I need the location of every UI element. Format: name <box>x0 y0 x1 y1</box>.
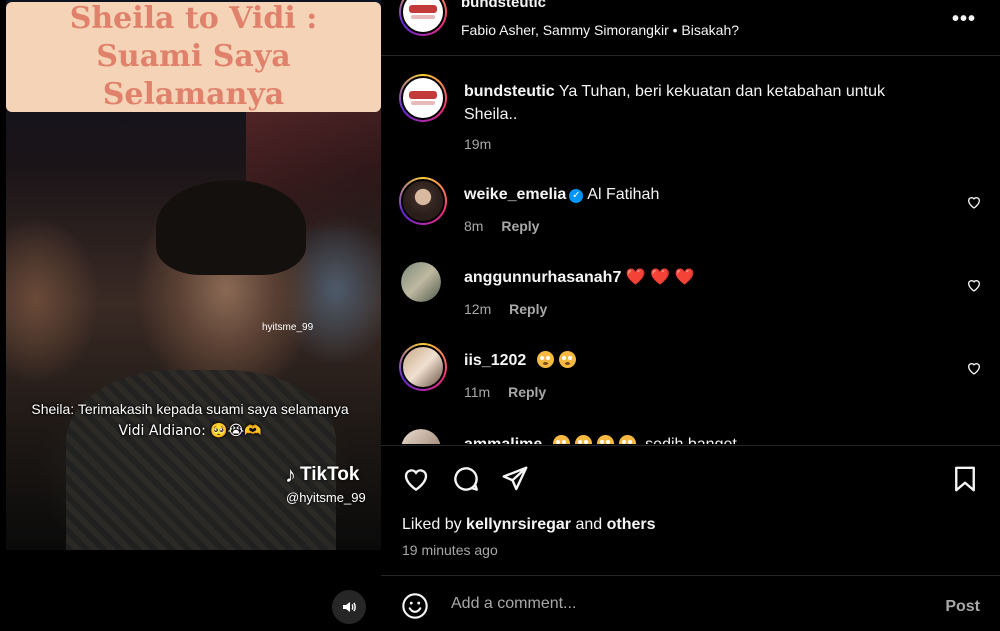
bookmark-icon[interactable] <box>950 464 980 494</box>
avatar-photo <box>401 429 441 444</box>
comment-text: anggunnurhasanah7 ❤️ ❤️ ❤️ <box>464 266 934 289</box>
video-caption: Sheila: Terimakasih kepada suami saya se… <box>20 398 360 442</box>
mute-button[interactable] <box>332 590 366 624</box>
comment-username[interactable]: iis_1202 <box>464 352 526 369</box>
heart-icon[interactable] <box>966 360 982 376</box>
verified-badge-icon: ✓ <box>569 189 584 203</box>
comment-item: iis_1202 11m Reply <box>381 343 1000 403</box>
tiktok-handle: @hyitsme_99 <box>286 490 366 505</box>
comment-username[interactable]: anggunnurhasanah7 <box>464 269 621 286</box>
comment-avatar[interactable] <box>399 74 447 122</box>
author-username[interactable]: bundsteutic <box>461 0 546 11</box>
comment-meta: 8m Reply <box>464 218 539 234</box>
comment-box: Post <box>381 575 1000 631</box>
heart-icon[interactable] <box>966 194 982 210</box>
avatar-photo <box>401 179 445 223</box>
comment-text: weike_emelia ✓ Al Fatihah <box>464 183 934 206</box>
liked-prefix: Liked by <box>402 516 462 533</box>
audio-info[interactable]: Fabio Asher, Sammy Simorangkir • Bisakah… <box>461 22 739 38</box>
comment-meta: 19m <box>464 136 491 152</box>
author-avatar[interactable] <box>399 0 447 36</box>
like-heart-icon[interactable] <box>401 464 431 494</box>
comment-avatar[interactable] <box>399 177 447 225</box>
comment-username[interactable]: bundsteutic <box>464 83 555 100</box>
comment-username[interactable]: ammalime <box>464 436 542 444</box>
avatar-photo <box>401 345 445 389</box>
comment-time: 8m <box>464 218 484 234</box>
comment-time: 19m <box>464 136 492 152</box>
post-actions: Liked by kellynrsiregar and others 19 mi… <box>381 445 1000 575</box>
post-timestamp[interactable]: 19 minutes ago <box>402 542 498 558</box>
comment-avatar[interactable] <box>401 262 441 302</box>
more-options-icon[interactable]: ••• <box>952 8 976 31</box>
tiktok-brand: TikTok <box>300 464 360 485</box>
flushed-face-emoji <box>574 435 592 444</box>
emoji-icon[interactable] <box>401 592 429 620</box>
video-subject-jacket <box>66 370 336 550</box>
video-title-line-1: Sheila to Vidi : <box>69 1 318 36</box>
comment-item: ammalime sedih banget <box>381 427 1000 444</box>
comment-input[interactable] <box>451 592 911 616</box>
flushed-face-emoji <box>618 435 636 444</box>
comment-bubble-icon[interactable] <box>451 464 481 494</box>
comment-time: 11m <box>464 384 491 400</box>
comment-body: ❤️ ❤️ ❤️ <box>625 269 695 286</box>
comment-meta: 11m Reply <box>464 384 546 400</box>
tiktok-icon: ♪ <box>285 462 296 487</box>
video-caption-line-1: Sheila: Terimakasih kepada suami saya se… <box>31 401 349 417</box>
video-caption-line-2: Vidi Aldiano: 🥺😭🫶 <box>118 423 262 439</box>
video-watermark: hyitsme_99 <box>262 322 314 333</box>
comment-time: 12m <box>464 301 492 317</box>
post-header: bundsteutic Fabio Asher, Sammy Simorangk… <box>381 0 1000 56</box>
reply-button[interactable]: Reply <box>501 218 539 234</box>
video-panel[interactable]: Sheila to Vidi : Suami Saya Selamanya hy… <box>0 0 381 631</box>
liked-user[interactable]: kellynrsiregar <box>466 516 571 533</box>
liked-and: and <box>575 516 603 533</box>
comment-avatar[interactable] <box>399 343 447 391</box>
post-side-panel: bundsteutic Fabio Asher, Sammy Simorangk… <box>381 0 1000 631</box>
comment-item: weike_emelia ✓ Al Fatihah 8m Reply <box>381 177 1000 237</box>
reply-button[interactable]: Reply <box>509 301 547 317</box>
flushed-face-emoji <box>552 435 570 444</box>
comment-text: bundsteutic Ya Tuhan, beri kekuatan dan … <box>464 80 934 126</box>
comment-text: iis_1202 <box>464 349 934 372</box>
comment-text: ammalime sedih banget <box>464 433 934 444</box>
video-title-line-2: Suami Saya Selamanya <box>96 39 291 112</box>
heart-icon[interactable] <box>966 277 982 293</box>
reply-button[interactable]: Reply <box>508 384 546 400</box>
comment-body: sedih banget <box>645 436 737 444</box>
video-title-card: Sheila to Vidi : Suami Saya Selamanya <box>6 1 381 112</box>
comments-list[interactable]: bundsteutic Ya Tuhan, beri kekuatan dan … <box>381 57 1000 444</box>
comment-body: Al Fatihah <box>587 186 660 203</box>
video-subject <box>156 180 306 275</box>
comment-avatar[interactable] <box>401 429 441 444</box>
comment-item: anggunnurhasanah7 ❤️ ❤️ ❤️ 12m Reply <box>381 260 1000 320</box>
speaker-icon <box>343 602 356 612</box>
avatar-photo <box>401 262 441 302</box>
liked-by-text: Liked by kellynrsiregar and others <box>402 516 656 534</box>
tiktok-logo: ♪ TikTok <box>285 462 359 488</box>
flushed-face-emoji <box>536 351 554 368</box>
post-button[interactable]: Post <box>945 598 980 616</box>
author-logo <box>401 0 445 34</box>
flushed-face-emoji <box>558 351 576 368</box>
share-plane-icon[interactable] <box>500 464 530 494</box>
comment-username[interactable]: weike_emelia <box>464 186 566 203</box>
liked-others[interactable]: others <box>607 516 656 533</box>
comment-item: bundsteutic Ya Tuhan, beri kekuatan dan … <box>381 74 1000 154</box>
author-logo <box>401 76 445 120</box>
flushed-face-emoji <box>596 435 614 444</box>
comment-meta: 12m Reply <box>464 301 547 317</box>
